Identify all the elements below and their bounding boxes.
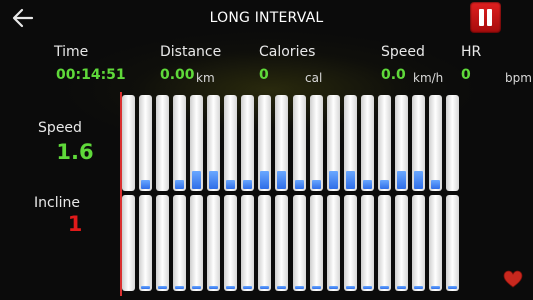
incline-bar-column [173, 195, 186, 291]
speed-bar-column [207, 95, 220, 191]
incline-bar-column [275, 195, 288, 291]
speed-bar-level-fill [295, 180, 304, 189]
incline-bar-level-fill [312, 286, 321, 289]
speed-bar-level-fill [346, 171, 355, 189]
speed-bar-level-fill [277, 171, 286, 189]
incline-bar-column [429, 195, 442, 291]
incline-bar-level-fill [209, 286, 218, 289]
incline-bar-column [224, 195, 237, 291]
speed-bar-level-fill [260, 171, 269, 189]
incline-bar-column [122, 195, 135, 291]
pause-button[interactable] [470, 2, 501, 33]
speed-bar-level-fill [380, 180, 389, 189]
incline-bar-column [327, 195, 340, 291]
speed-bar-column [224, 95, 237, 191]
incline-bar-level-fill [141, 286, 150, 289]
incline-bar-column [258, 195, 271, 291]
speed-bar-level-fill [397, 171, 406, 189]
speed-unit: km/h [413, 71, 444, 85]
speed-bar-column [344, 95, 357, 191]
speed-bar-column [122, 95, 135, 191]
speed-bar-column [446, 95, 459, 191]
incline-bar-column [446, 195, 459, 291]
speed-bar-column [361, 95, 374, 191]
speed-bar-column [293, 95, 306, 191]
incline-bar-level-fill [277, 286, 286, 289]
speed-bar-column [258, 95, 271, 191]
speed-bar-level-fill [192, 171, 201, 189]
speed-bar-level-fill [209, 171, 218, 189]
hr-label: HR [461, 44, 482, 60]
incline-bar-level-fill [329, 286, 338, 289]
speed-bar-column [275, 95, 288, 191]
speed-value: 0.0 [381, 67, 406, 83]
speed-bar-column [429, 95, 442, 191]
speed-bar-level-fill [329, 171, 338, 189]
incline-bar-level-fill [295, 286, 304, 289]
incline-bar-column [241, 195, 254, 291]
speed-bar-column [310, 95, 323, 191]
incline-bar-column [344, 195, 357, 291]
incline-bar-level-fill [448, 286, 457, 289]
speed-bar-column [412, 95, 425, 191]
speed-bar-level-fill [243, 180, 252, 189]
speed-bar-level-fill [363, 180, 372, 189]
speed-bar-column [378, 95, 391, 191]
incline-bar-column [412, 195, 425, 291]
time-value: 00:14:51 [56, 67, 126, 83]
program-speed-label: Speed [38, 120, 82, 136]
incline-bar-level-fill [431, 286, 440, 289]
incline-bar-level-fill [226, 286, 235, 289]
speed-bar-column [139, 95, 152, 191]
incline-bar-level-fill [158, 286, 167, 289]
heart-icon [503, 270, 523, 288]
page-title: LONG INTERVAL [209, 10, 324, 26]
heart-rate-button[interactable] [503, 270, 523, 288]
incline-bar-column [310, 195, 323, 291]
incline-bar-level-fill [192, 286, 201, 289]
speed-bar-level-fill [414, 171, 423, 189]
incline-bar-level-fill [175, 286, 184, 289]
speed-bar-level-fill [312, 180, 321, 189]
program-incline-label: Incline [34, 195, 80, 211]
incline-bar-level-fill [363, 286, 372, 289]
incline-bar-column [207, 195, 220, 291]
speed-bar-column [173, 95, 186, 191]
distance-value: 0.00 [160, 67, 195, 83]
hr-value: 0 [461, 67, 471, 83]
distance-label: Distance [160, 44, 222, 60]
speed-bar-level-fill [175, 180, 184, 189]
speed-bar-level-fill [431, 180, 440, 189]
calories-value: 0 [259, 67, 269, 83]
calories-label: Calories [259, 44, 316, 60]
incline-bar-column [139, 195, 152, 291]
distance-unit: km [196, 71, 215, 85]
incline-bar-level-fill [260, 286, 269, 289]
incline-bar-level-fill [397, 286, 406, 289]
speed-bar-column [156, 95, 169, 191]
speed-bar-level-fill [226, 180, 235, 189]
speed-bar-column [395, 95, 408, 191]
calories-unit: cal [305, 71, 323, 85]
time-label: Time [54, 44, 89, 60]
incline-bar-level-fill [380, 286, 389, 289]
incline-bar-column [395, 195, 408, 291]
incline-bar-level-fill [414, 286, 423, 289]
speed-bar-column [190, 95, 203, 191]
hr-unit: bpm [505, 71, 532, 85]
speed-label: Speed [381, 44, 425, 60]
speed-bar-level-fill [141, 180, 150, 189]
incline-bar-column [361, 195, 374, 291]
incline-bar-column [190, 195, 203, 291]
incline-bar-column [293, 195, 306, 291]
incline-bar-level-fill [243, 286, 252, 289]
speed-bar-column [241, 95, 254, 191]
incline-bar-column [156, 195, 169, 291]
incline-bar-column [378, 195, 391, 291]
speed-bar-column [327, 95, 340, 191]
incline-bar-level-fill [346, 286, 355, 289]
